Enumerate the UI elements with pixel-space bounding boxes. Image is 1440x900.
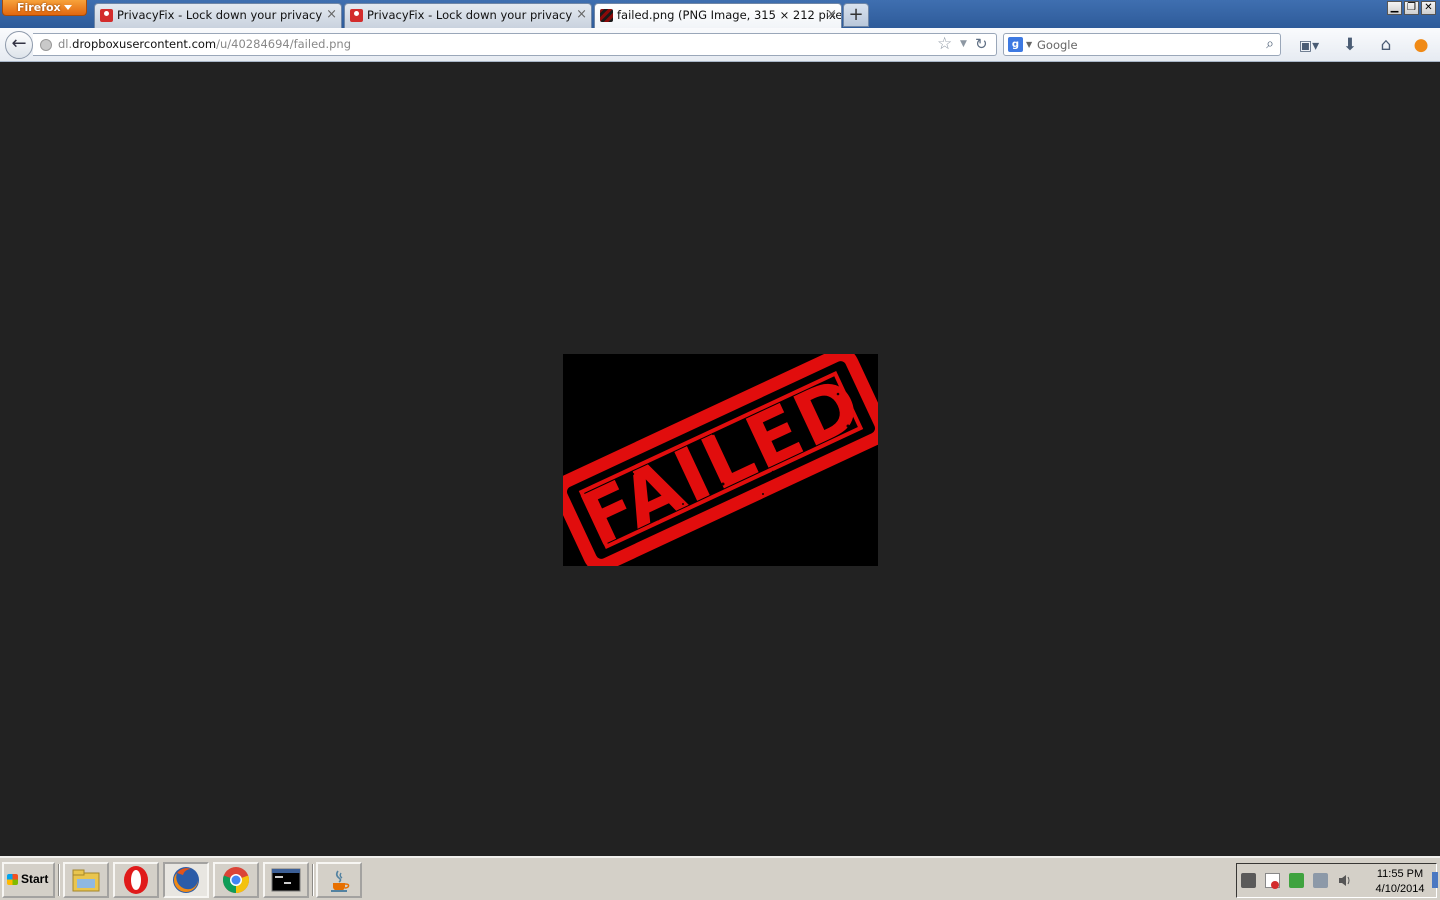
image-viewer-area: FAILED [0, 63, 1440, 856]
tab-title: failed.png (PNG Image, 315 × 212 pixels) [617, 8, 842, 22]
back-arrow-icon: ← [11, 33, 27, 54]
tab-privacyfix-2[interactable]: PrivacyFix - Lock down your privacy × [344, 3, 592, 28]
clock-time[interactable]: 11:55 PM [1365, 868, 1435, 880]
error-badge-icon [1271, 881, 1279, 889]
back-button[interactable]: ← [5, 31, 33, 59]
close-window-button[interactable]: ✕ [1421, 1, 1436, 15]
privacyfix-favicon-icon [350, 9, 363, 22]
reload-icon[interactable]: ↻ [975, 34, 988, 55]
close-tab-icon[interactable]: × [576, 4, 587, 26]
engine-chevron-down-icon[interactable]: ▼ [1026, 34, 1032, 55]
close-tab-icon[interactable]: × [326, 4, 337, 26]
network-icon[interactable] [1313, 873, 1328, 888]
taskbar: Start 11:55 PM 4/10/2014 [0, 856, 1440, 900]
firefox-menu-label: Firefox [17, 1, 61, 14]
security-shield-icon[interactable] [1289, 873, 1304, 888]
tab-strip: Firefox PrivacyFix - Lock down your priv… [0, 0, 1440, 29]
tab-title: PrivacyFix - Lock down your privacy [117, 8, 323, 22]
url-bar[interactable]: dl.dropboxusercontent.com/u/40284694/fai… [33, 33, 997, 56]
taskbar-separator [312, 864, 314, 896]
search-bar[interactable]: g ▼ ⌕ [1003, 33, 1281, 56]
taskbar-chrome[interactable] [213, 862, 259, 898]
minimize-icon: ▁ [1390, 2, 1399, 13]
opera-icon [124, 866, 148, 894]
close-icon: ✕ [1424, 2, 1433, 13]
stamp-group: FAILED [563, 354, 878, 566]
tab-privacyfix-1[interactable]: PrivacyFix - Lock down your privacy × [94, 3, 342, 28]
home-icon: ⌂ [1380, 35, 1392, 55]
home-button[interactable]: ⌂ [1374, 33, 1398, 57]
taskbar-cmd[interactable] [263, 862, 309, 898]
close-tab-icon[interactable]: × [826, 4, 837, 26]
show-desktop-button[interactable] [1432, 872, 1438, 888]
taskbar-explorer[interactable] [63, 862, 109, 898]
site-identity-icon[interactable] [40, 39, 52, 51]
firefox-menu-button[interactable]: Firefox [2, 0, 87, 16]
privacyfix-favicon-icon [100, 9, 113, 22]
cmd-icon [271, 868, 301, 892]
system-tray: 11:55 PM 4/10/2014 [1236, 863, 1437, 898]
vmware-tray-icon[interactable] [1241, 873, 1256, 888]
user-icon: ● [1413, 35, 1429, 55]
failed-stamp-image[interactable]: FAILED [563, 354, 878, 566]
url-domain: dropboxusercontent.com [72, 37, 217, 51]
url-path: /u/40284694/failed.png [216, 37, 351, 51]
bookmark-star-icon[interactable]: ☆ [937, 34, 952, 55]
action-center-warning-icon[interactable] [1265, 873, 1280, 889]
volume-icon[interactable] [1337, 873, 1352, 888]
taskbar-firefox[interactable] [163, 862, 209, 898]
url-prefix: dl. [58, 37, 73, 51]
search-input[interactable] [1037, 36, 1257, 53]
restore-icon: ❐ [1407, 2, 1416, 13]
chrome-icon [222, 867, 250, 893]
tab-failed-png[interactable]: failed.png (PNG Image, 315 × 212 pixels)… [594, 3, 842, 29]
clock-date[interactable]: 4/10/2014 [1365, 883, 1435, 895]
taskbar-opera[interactable] [113, 862, 159, 898]
bookmarks-icon: ▣▾ [1298, 38, 1320, 54]
restore-button[interactable]: ❐ [1404, 1, 1419, 15]
google-icon[interactable]: g [1008, 37, 1023, 52]
java-icon [331, 870, 350, 892]
account-button[interactable]: ● [1409, 33, 1433, 57]
firefox-icon [173, 867, 199, 893]
url-text[interactable]: dl.dropboxusercontent.com/u/40284694/fai… [58, 34, 351, 55]
history-dropdown-icon[interactable]: ▼ [960, 34, 967, 55]
windows-logo-icon [7, 874, 18, 885]
bookmarks-menu-button[interactable]: ▣▾ [1294, 33, 1324, 57]
navigation-toolbar: ← dl.dropboxusercontent.com/u/40284694/f… [0, 28, 1440, 62]
tab-title: PrivacyFix - Lock down your privacy [367, 8, 573, 22]
taskbar-java[interactable] [316, 862, 362, 898]
download-arrow-icon: ⬇ [1342, 35, 1358, 55]
image-favicon-icon [600, 9, 613, 22]
explorer-icon [72, 869, 100, 892]
start-button[interactable]: Start [2, 862, 55, 898]
taskbar-separator [58, 864, 60, 896]
speaker-icon [1339, 875, 1350, 886]
new-tab-button[interactable]: + [843, 3, 869, 27]
start-label: Start [21, 872, 49, 886]
failed-stamp-svg: FAILED [563, 354, 878, 566]
downloads-button[interactable]: ⬇ [1338, 33, 1362, 57]
search-icon[interactable]: ⌕ [1266, 34, 1274, 55]
minimize-button[interactable]: ▁ [1387, 1, 1402, 15]
chevron-down-icon [64, 5, 72, 10]
